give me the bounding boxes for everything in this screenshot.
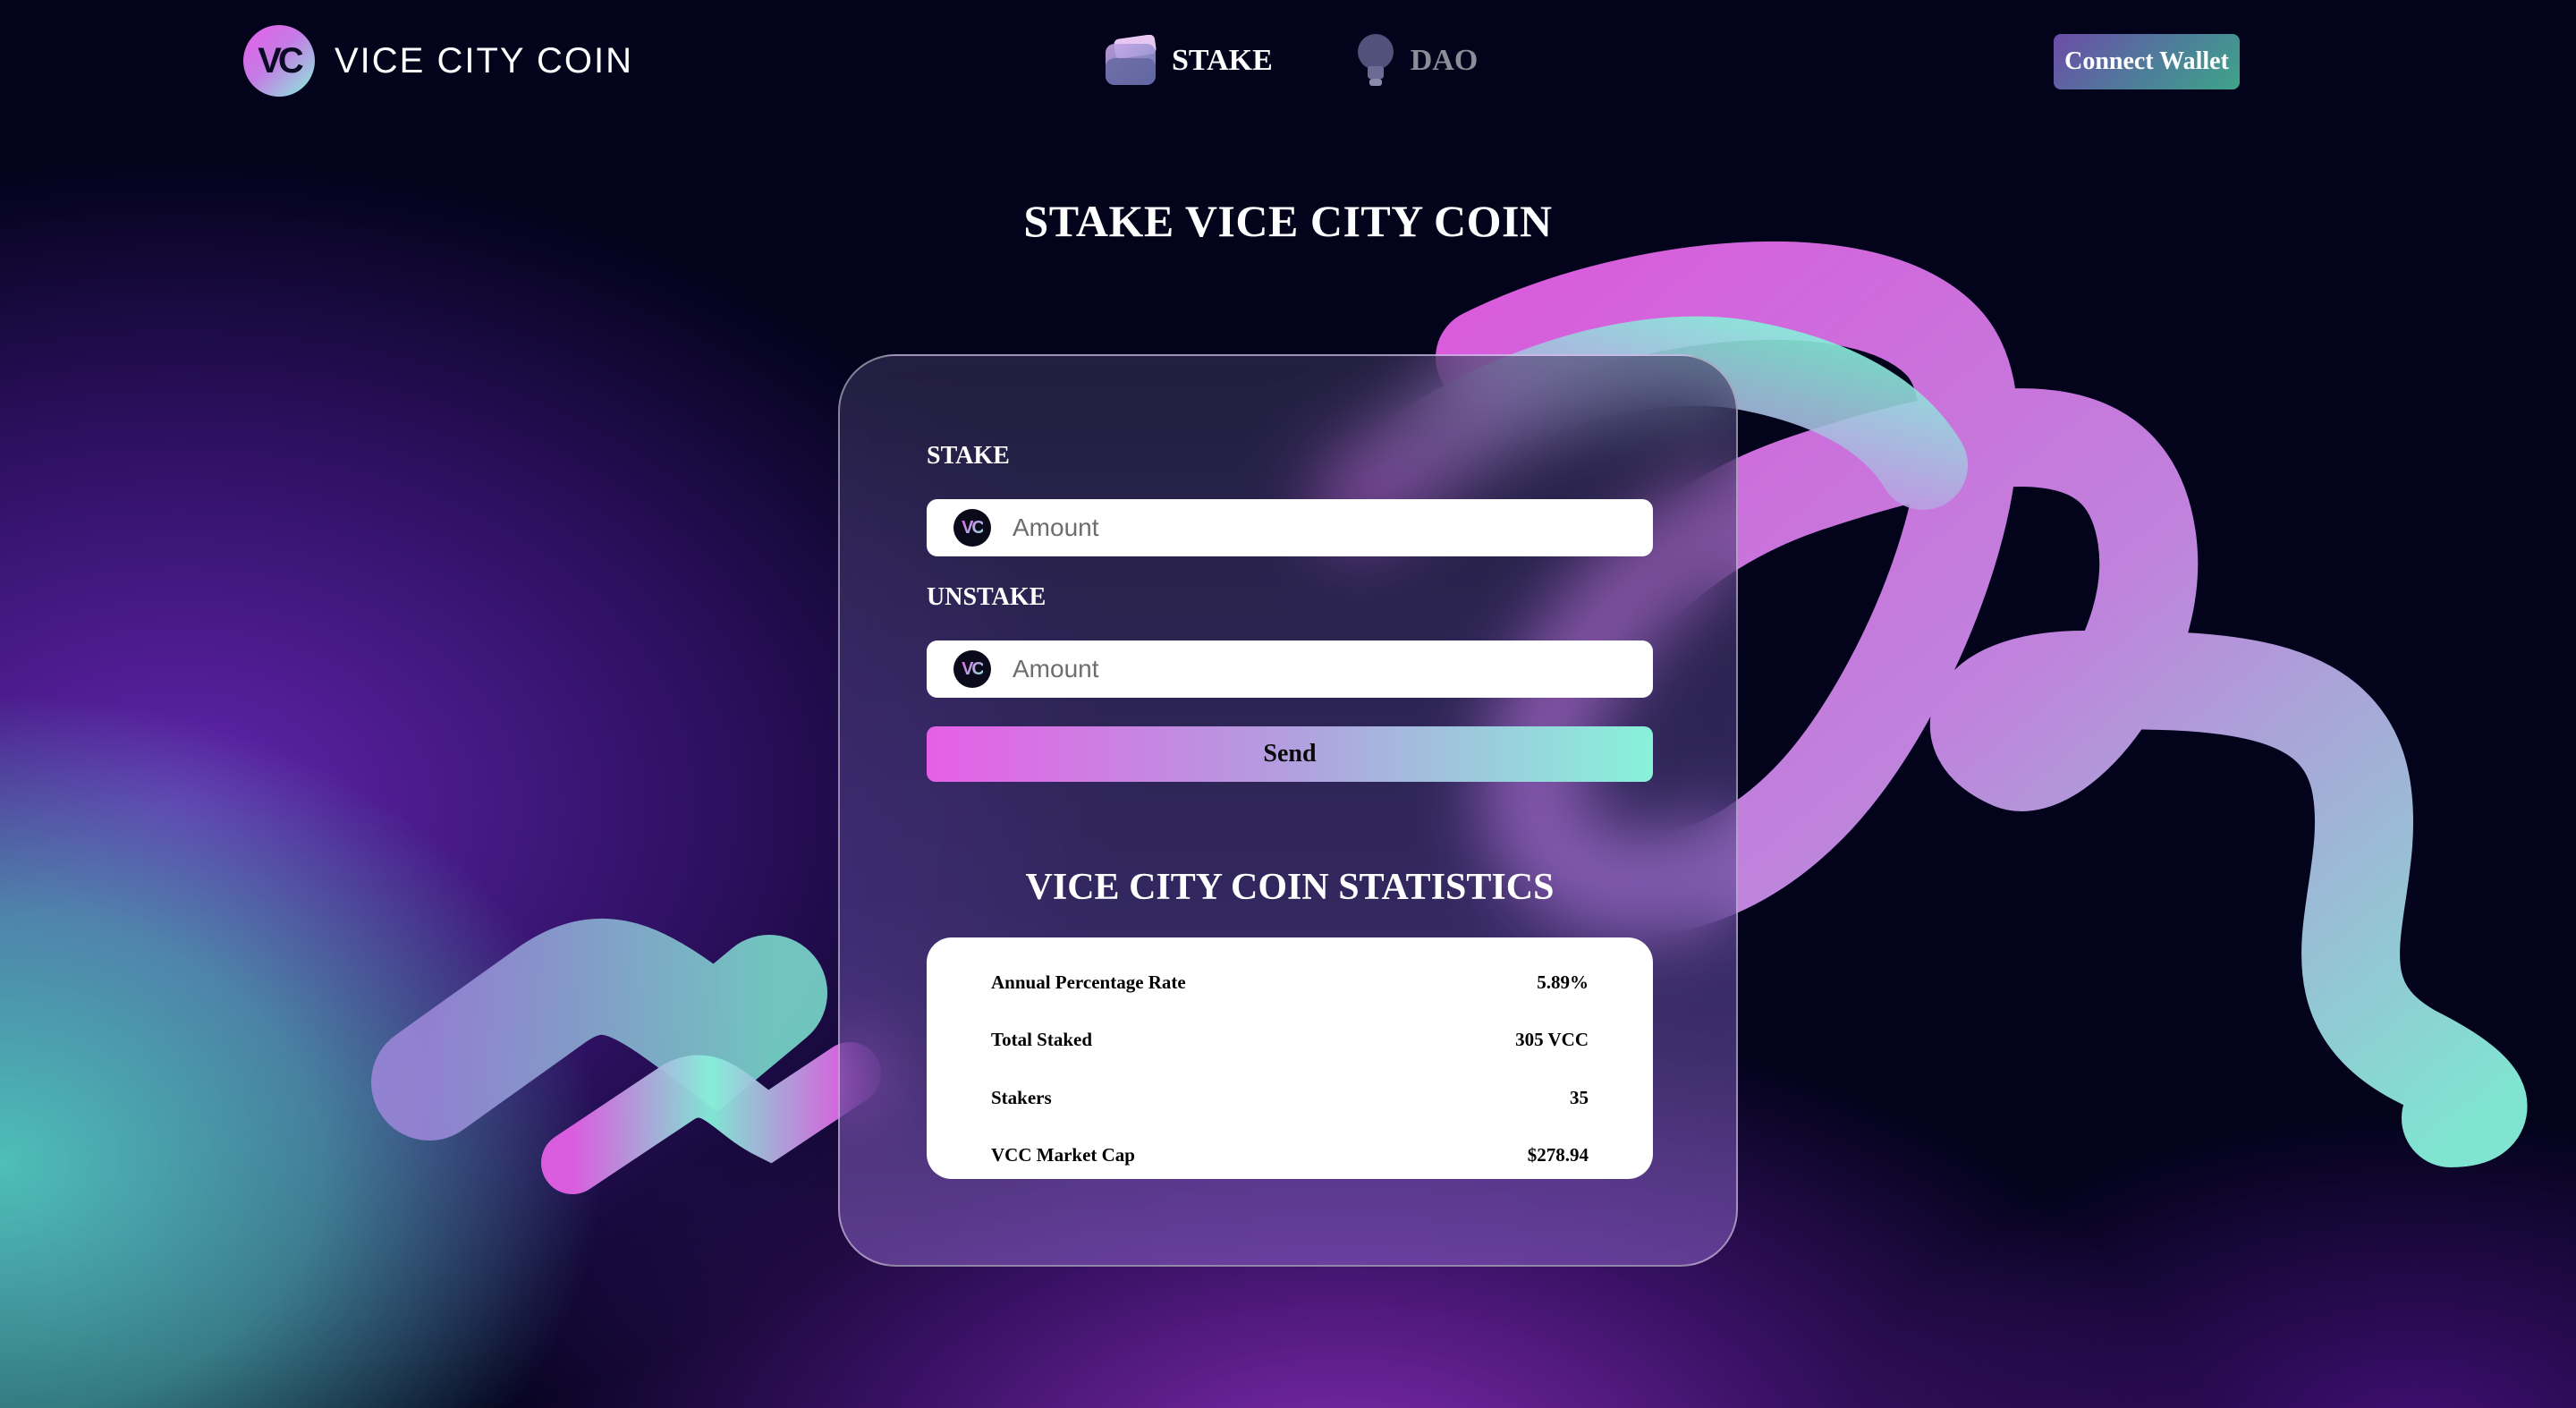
- unstake-amount-field[interactable]: VC: [927, 640, 1653, 698]
- brand-logo[interactable]: VC VICE CITY COIN: [243, 25, 633, 97]
- stats-row-market-cap: VCC Market Cap $278.94: [991, 1127, 1589, 1185]
- page-title: STAKE VICE CITY COIN: [1023, 196, 1553, 246]
- main-nav: STAKE DAO: [1102, 32, 1558, 89]
- brand-name: VICE CITY COIN: [335, 40, 633, 81]
- stats-title: VICE CITY COIN STATISTICS: [1025, 867, 1555, 908]
- unstake-amount-input[interactable]: [1011, 654, 1640, 684]
- wallet-icon: [1102, 34, 1159, 87]
- stake-label: STAKE: [927, 442, 1010, 470]
- staking-card: STAKE VC UNSTAKE VC Send VICE CITY COIN …: [838, 354, 1738, 1267]
- vcc-coin-icon: VC: [953, 650, 991, 688]
- vcc-coin-icon: VC: [953, 509, 991, 547]
- nav-item-stake[interactable]: STAKE: [1102, 34, 1273, 87]
- stake-amount-field[interactable]: VC: [927, 499, 1653, 556]
- unstake-label: UNSTAKE: [927, 583, 1046, 611]
- stat-label: Annual Percentage Rate: [991, 971, 1186, 993]
- nav-label-dao: DAO: [1410, 44, 1479, 77]
- stat-value: 305 VCC: [1515, 1029, 1589, 1051]
- nav-label-stake: STAKE: [1172, 44, 1273, 77]
- stat-label: Stakers: [991, 1086, 1052, 1108]
- lightbulb-icon: [1353, 32, 1398, 89]
- stat-value: $278.94: [1527, 1144, 1589, 1166]
- stats-row-total-staked: Total Staked 305 VCC: [991, 1012, 1589, 1070]
- stat-label: Total Staked: [991, 1029, 1093, 1051]
- stat-value: 35: [1570, 1086, 1589, 1108]
- page: VC VICE CITY COIN STAKE DAO Connect Wall…: [0, 0, 2576, 1408]
- stake-amount-input[interactable]: [1011, 513, 1640, 543]
- stat-label: VCC Market Cap: [991, 1144, 1135, 1166]
- stats-row-apr: Annual Percentage Rate 5.89%: [991, 954, 1589, 1012]
- send-button[interactable]: Send: [927, 726, 1653, 782]
- stat-value: 5.89%: [1537, 971, 1589, 993]
- nav-item-dao[interactable]: DAO: [1353, 32, 1479, 89]
- stats-row-stakers: Stakers 35: [991, 1069, 1589, 1127]
- logo-mark-icon: VC: [243, 25, 315, 97]
- stats-table: Annual Percentage Rate 5.89% Total Stake…: [927, 937, 1653, 1179]
- connect-wallet-button[interactable]: Connect Wallet: [2054, 34, 2240, 89]
